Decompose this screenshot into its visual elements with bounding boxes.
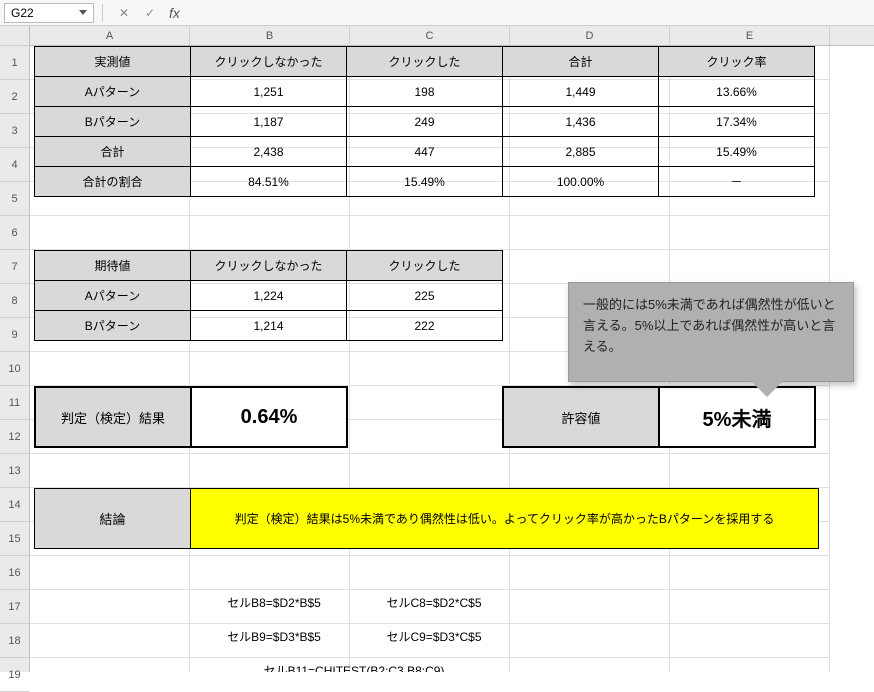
column-headers: A B C D E [30, 26, 874, 46]
row-header[interactable]: 18 [0, 624, 29, 658]
row-header[interactable]: 9 [0, 318, 29, 352]
row-header[interactable]: 19 [0, 658, 29, 692]
grid-body[interactable]: 実測値 クリックしなかった クリックした 合計 クリック率 Aパターン 1,25… [30, 46, 874, 672]
select-all-corner[interactable] [0, 26, 29, 46]
row-header[interactable]: 17 [0, 590, 29, 624]
row-header[interactable]: 4 [0, 148, 29, 182]
row-header[interactable]: 1 [0, 46, 29, 80]
formula-input[interactable] [188, 3, 870, 23]
formula-bar: G22 ✕ ✓ fx [0, 0, 874, 26]
col-header[interactable]: C [350, 26, 510, 45]
separator [102, 4, 103, 22]
name-box-value: G22 [11, 6, 34, 20]
col-header[interactable]: E [670, 26, 830, 45]
spreadsheet-grid: 1 2 3 4 5 6 7 8 9 10 11 12 13 14 15 16 1… [0, 26, 874, 672]
col-header[interactable]: A [30, 26, 190, 45]
name-box[interactable]: G22 [4, 3, 94, 23]
fx-icon[interactable]: fx [169, 5, 180, 21]
enter-icon[interactable]: ✓ [141, 4, 159, 22]
row-header[interactable]: 7 [0, 250, 29, 284]
row-header[interactable]: 3 [0, 114, 29, 148]
chevron-down-icon [79, 10, 87, 15]
row-header[interactable]: 10 [0, 352, 29, 386]
row-header[interactable]: 12 [0, 420, 29, 454]
row-header[interactable]: 13 [0, 454, 29, 488]
row-header[interactable]: 11 [0, 386, 29, 420]
row-header[interactable]: 14 [0, 488, 29, 522]
col-header[interactable]: B [190, 26, 350, 45]
row-header[interactable]: 6 [0, 216, 29, 250]
row-header[interactable]: 16 [0, 556, 29, 590]
row-header[interactable]: 8 [0, 284, 29, 318]
row-header[interactable]: 2 [0, 80, 29, 114]
cancel-icon[interactable]: ✕ [115, 4, 133, 22]
row-header[interactable]: 15 [0, 522, 29, 556]
row-header[interactable]: 5 [0, 182, 29, 216]
col-header[interactable]: D [510, 26, 670, 45]
row-headers: 1 2 3 4 5 6 7 8 9 10 11 12 13 14 15 16 1… [0, 26, 30, 672]
